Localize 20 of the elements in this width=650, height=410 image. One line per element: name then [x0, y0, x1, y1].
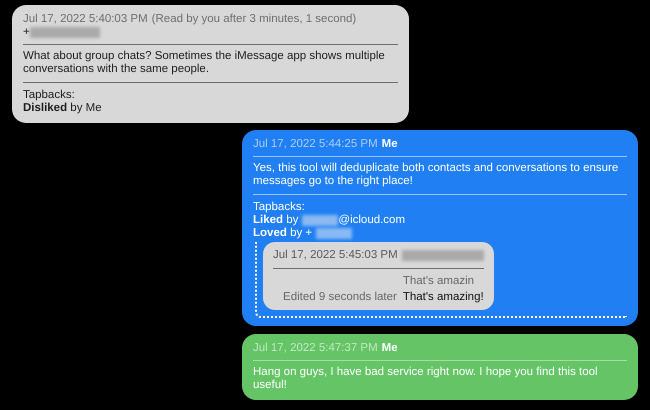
sender-name: Me — [382, 138, 398, 151]
sender-name: + — [23, 26, 30, 39]
read-receipt-note: (Read by you after 3 minutes, 1 second) — [152, 13, 356, 26]
message-body: What about group chats? Sometimes the iMessage app shows multiple conversations with the same people. — [23, 50, 386, 76]
tapback-entry: Disliked by Me — [23, 102, 102, 115]
edit-version-text: That's amazing! — [402, 291, 484, 304]
message-timestamp: Jul 17, 2022 5:47:37 PM — [253, 342, 378, 355]
tapback-entry: Liked by — [253, 214, 298, 227]
sender-name: Me — [382, 342, 398, 355]
edit-version-text: That's amazin — [402, 275, 476, 288]
edit-note: Edited 9 seconds later — [282, 291, 397, 304]
tapbacks-label: Tapbacks: — [253, 201, 306, 214]
message-timestamp: Jul 17, 2022 5:45:03 PM — [273, 249, 398, 262]
tapbacks-label: Tapbacks: — [23, 89, 76, 102]
message-body: Hang on guys, I have bad service right now. I hope you find this tool useful! — [253, 366, 599, 392]
email-domain: @icloud.com — [338, 214, 406, 227]
message-timestamp: Jul 17, 2022 5:44:25 PM — [253, 138, 378, 151]
message-timestamp: Jul 17, 2022 5:40:03 PM — [23, 13, 148, 26]
message-body: Yes, this tool will deduplicate both contacts and conversations to ensure messages go to the right place! — [253, 162, 620, 188]
tapback-entry: Loved by + — [253, 227, 312, 240]
